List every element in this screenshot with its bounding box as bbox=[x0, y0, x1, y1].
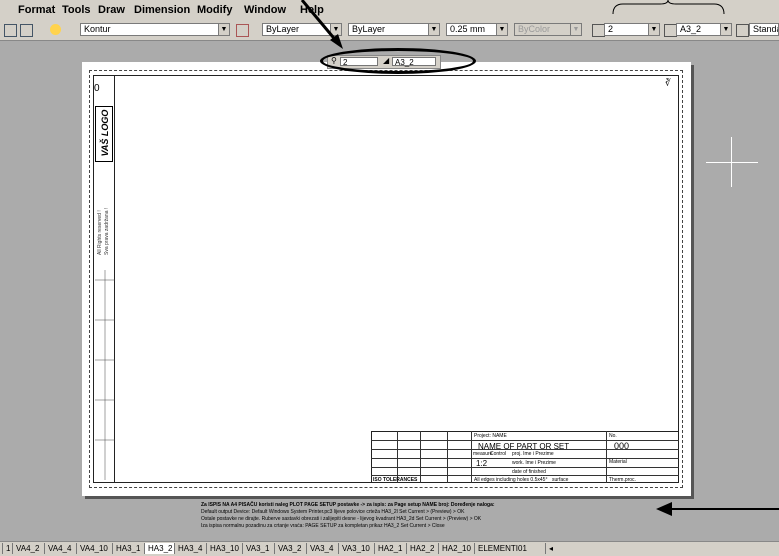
tab-va3-10[interactable]: VA3_10 bbox=[338, 543, 373, 554]
number-label: No. bbox=[609, 433, 617, 439]
project-label: Project: NAME bbox=[474, 433, 507, 439]
tolerance-table bbox=[95, 270, 115, 480]
scroll-left-icon[interactable]: ◂ bbox=[545, 543, 566, 554]
scale-value: 1:2 bbox=[476, 459, 488, 468]
edges-note: All edges including holes 0.5x45° bbox=[474, 477, 548, 483]
surface-label: surface bbox=[552, 477, 569, 483]
title-row-line bbox=[371, 475, 679, 476]
rights-text-2: Sva prava zadržana ! bbox=[104, 207, 110, 255]
tab-ha3-4[interactable]: HA3_4 bbox=[174, 543, 205, 554]
part-name: NAME OF PART OR SET bbox=[478, 442, 570, 451]
crosshair-cursor bbox=[731, 137, 732, 187]
rights-text-1: All Rights reserved ! bbox=[97, 210, 103, 255]
pointer-arrow-shaft bbox=[300, 0, 340, 44]
tab-ha2-2[interactable]: HA2_2 bbox=[406, 543, 437, 554]
tab-va3-1[interactable]: VA3_1 bbox=[242, 543, 272, 554]
note-line-2: Default output Device: Default Windows S… bbox=[201, 509, 465, 515]
tab-elementi01[interactable]: ELEMENTI01 bbox=[474, 543, 530, 554]
tab-ha2-10[interactable]: HA2_10 bbox=[438, 543, 474, 554]
date-field: date of finished bbox=[512, 469, 546, 475]
title-row-line bbox=[371, 458, 679, 459]
therm-label: Therm.proc. bbox=[609, 477, 636, 483]
worker-field: work. Ime i Prezime bbox=[512, 460, 556, 466]
zero-marker: 0 bbox=[94, 83, 100, 94]
material-label: Material bbox=[609, 459, 627, 465]
logo-box: VAŠ LOGO bbox=[95, 106, 113, 162]
tab-va4-2[interactable]: VA4_2 bbox=[12, 543, 42, 554]
title-row-line bbox=[371, 440, 679, 441]
iso-tolerances-label: ISO TOLERANCES bbox=[373, 477, 418, 483]
title-row-line bbox=[371, 467, 679, 468]
note-line-4: Iza ispisa normalnu pozadinu za crtanje … bbox=[201, 523, 445, 529]
highlight-ellipse bbox=[320, 48, 476, 74]
tab-ha3-10[interactable]: HA3_10 bbox=[206, 543, 242, 554]
tab-ha3-1[interactable]: HA3_1 bbox=[112, 543, 143, 554]
note-line-3: Ostale postavke ne dirajte. Ruberve sast… bbox=[201, 516, 482, 522]
arrow-head-icon bbox=[656, 502, 672, 516]
designer-field: proj. Ime i Prezime bbox=[512, 451, 554, 457]
tab-va3-2[interactable]: VA3_2 bbox=[274, 543, 304, 554]
drawing-number: 000 bbox=[614, 441, 630, 451]
tab-va3-4[interactable]: VA3_4 bbox=[306, 543, 336, 554]
tab-va4-10[interactable]: VA4_10 bbox=[76, 543, 111, 554]
bracket-icon bbox=[612, 0, 725, 15]
crosshair-cursor bbox=[706, 162, 758, 163]
tab-ha3-2[interactable]: HA3_2 bbox=[144, 543, 176, 554]
surface-roughness-icon: ∛ bbox=[665, 78, 671, 88]
drawing-border bbox=[93, 75, 679, 483]
logo: VAŠ LOGO bbox=[100, 109, 110, 157]
tab-va4-4[interactable]: VA4_4 bbox=[44, 543, 74, 554]
note-line-1: Za ISPIS NA A4 PISAČU koristi naleg PLOT… bbox=[201, 502, 495, 508]
layout-tabs-bar: 1 VA4_2 VA4_4 VA4_10 HA3_1 HA3_2 HA3_4 H… bbox=[0, 541, 779, 556]
tab-ha2-1[interactable]: HA2_1 bbox=[374, 543, 405, 554]
control-label: Control bbox=[490, 451, 507, 457]
